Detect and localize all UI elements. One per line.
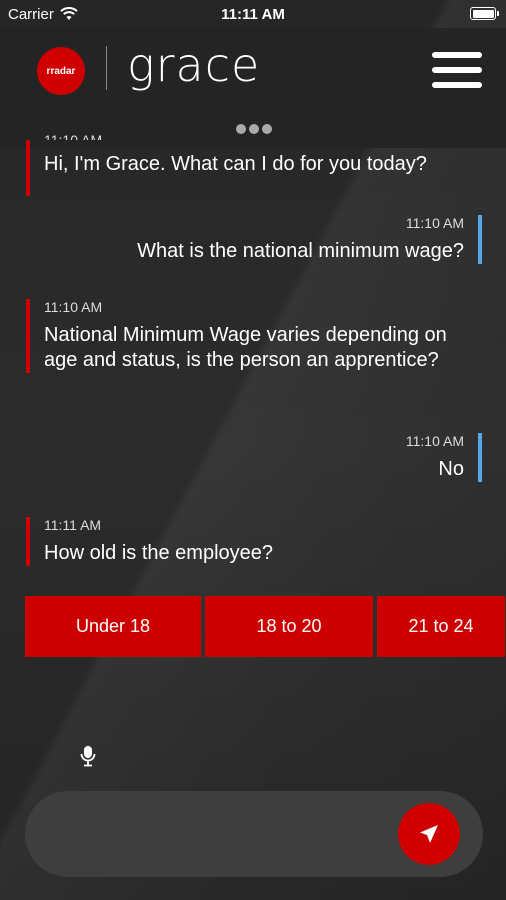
send-icon <box>420 825 438 843</box>
hamburger-menu-icon[interactable] <box>432 52 482 88</box>
message-timestamp: 11:10 AM <box>405 433 464 449</box>
user-message: 11:10 AM No <box>406 433 482 482</box>
send-button[interactable] <box>398 803 460 865</box>
header: rradar grace <box>0 28 506 148</box>
battery-icon <box>470 7 499 20</box>
message-timestamp: 11:11 AM <box>44 517 102 533</box>
message-text: How old is the employee? <box>44 542 274 564</box>
logo-text: rradar <box>46 65 76 77</box>
option-under-18-button[interactable]: Under 18 <box>25 596 201 657</box>
message-text: Hi, I'm Grace. What can I do for you tod… <box>44 153 427 175</box>
brand-title: grace <box>127 38 261 92</box>
user-message: 11:10 AM What is the national minimum wa… <box>137 215 482 264</box>
option-21-to-24-button[interactable]: 21 to 24 <box>377 596 505 657</box>
status-bar: Carrier 11:11 AM <box>0 0 506 28</box>
bot-message: 11:10 AM National Minimum Wage varies de… <box>26 299 456 373</box>
microphone-icon[interactable] <box>78 744 98 768</box>
message-text: National Minimum Wage varies depending o… <box>44 324 447 371</box>
clock: 11:11 AM <box>221 5 285 23</box>
message-text: No <box>438 458 464 480</box>
logo-divider <box>106 46 107 90</box>
quick-reply-options: Under 18 18 to 20 21 to 24 <box>25 596 505 657</box>
chat-transcript: 11:10 AM Hi, I'm Grace. What can I do fo… <box>0 132 506 588</box>
message-timestamp: 11:10 AM <box>44 299 103 315</box>
bot-message: 11:10 AM Hi, I'm Grace. What can I do fo… <box>26 132 427 196</box>
logo: rradar <box>37 47 85 95</box>
message-text: What is the national minimum wage? <box>137 240 464 262</box>
message-timestamp: 11:10 AM <box>44 132 103 140</box>
bot-message: 11:11 AM How old is the employee? <box>26 517 273 566</box>
option-18-to-20-button[interactable]: 18 to 20 <box>205 596 373 657</box>
message-timestamp: 11:10 AM <box>405 215 464 231</box>
